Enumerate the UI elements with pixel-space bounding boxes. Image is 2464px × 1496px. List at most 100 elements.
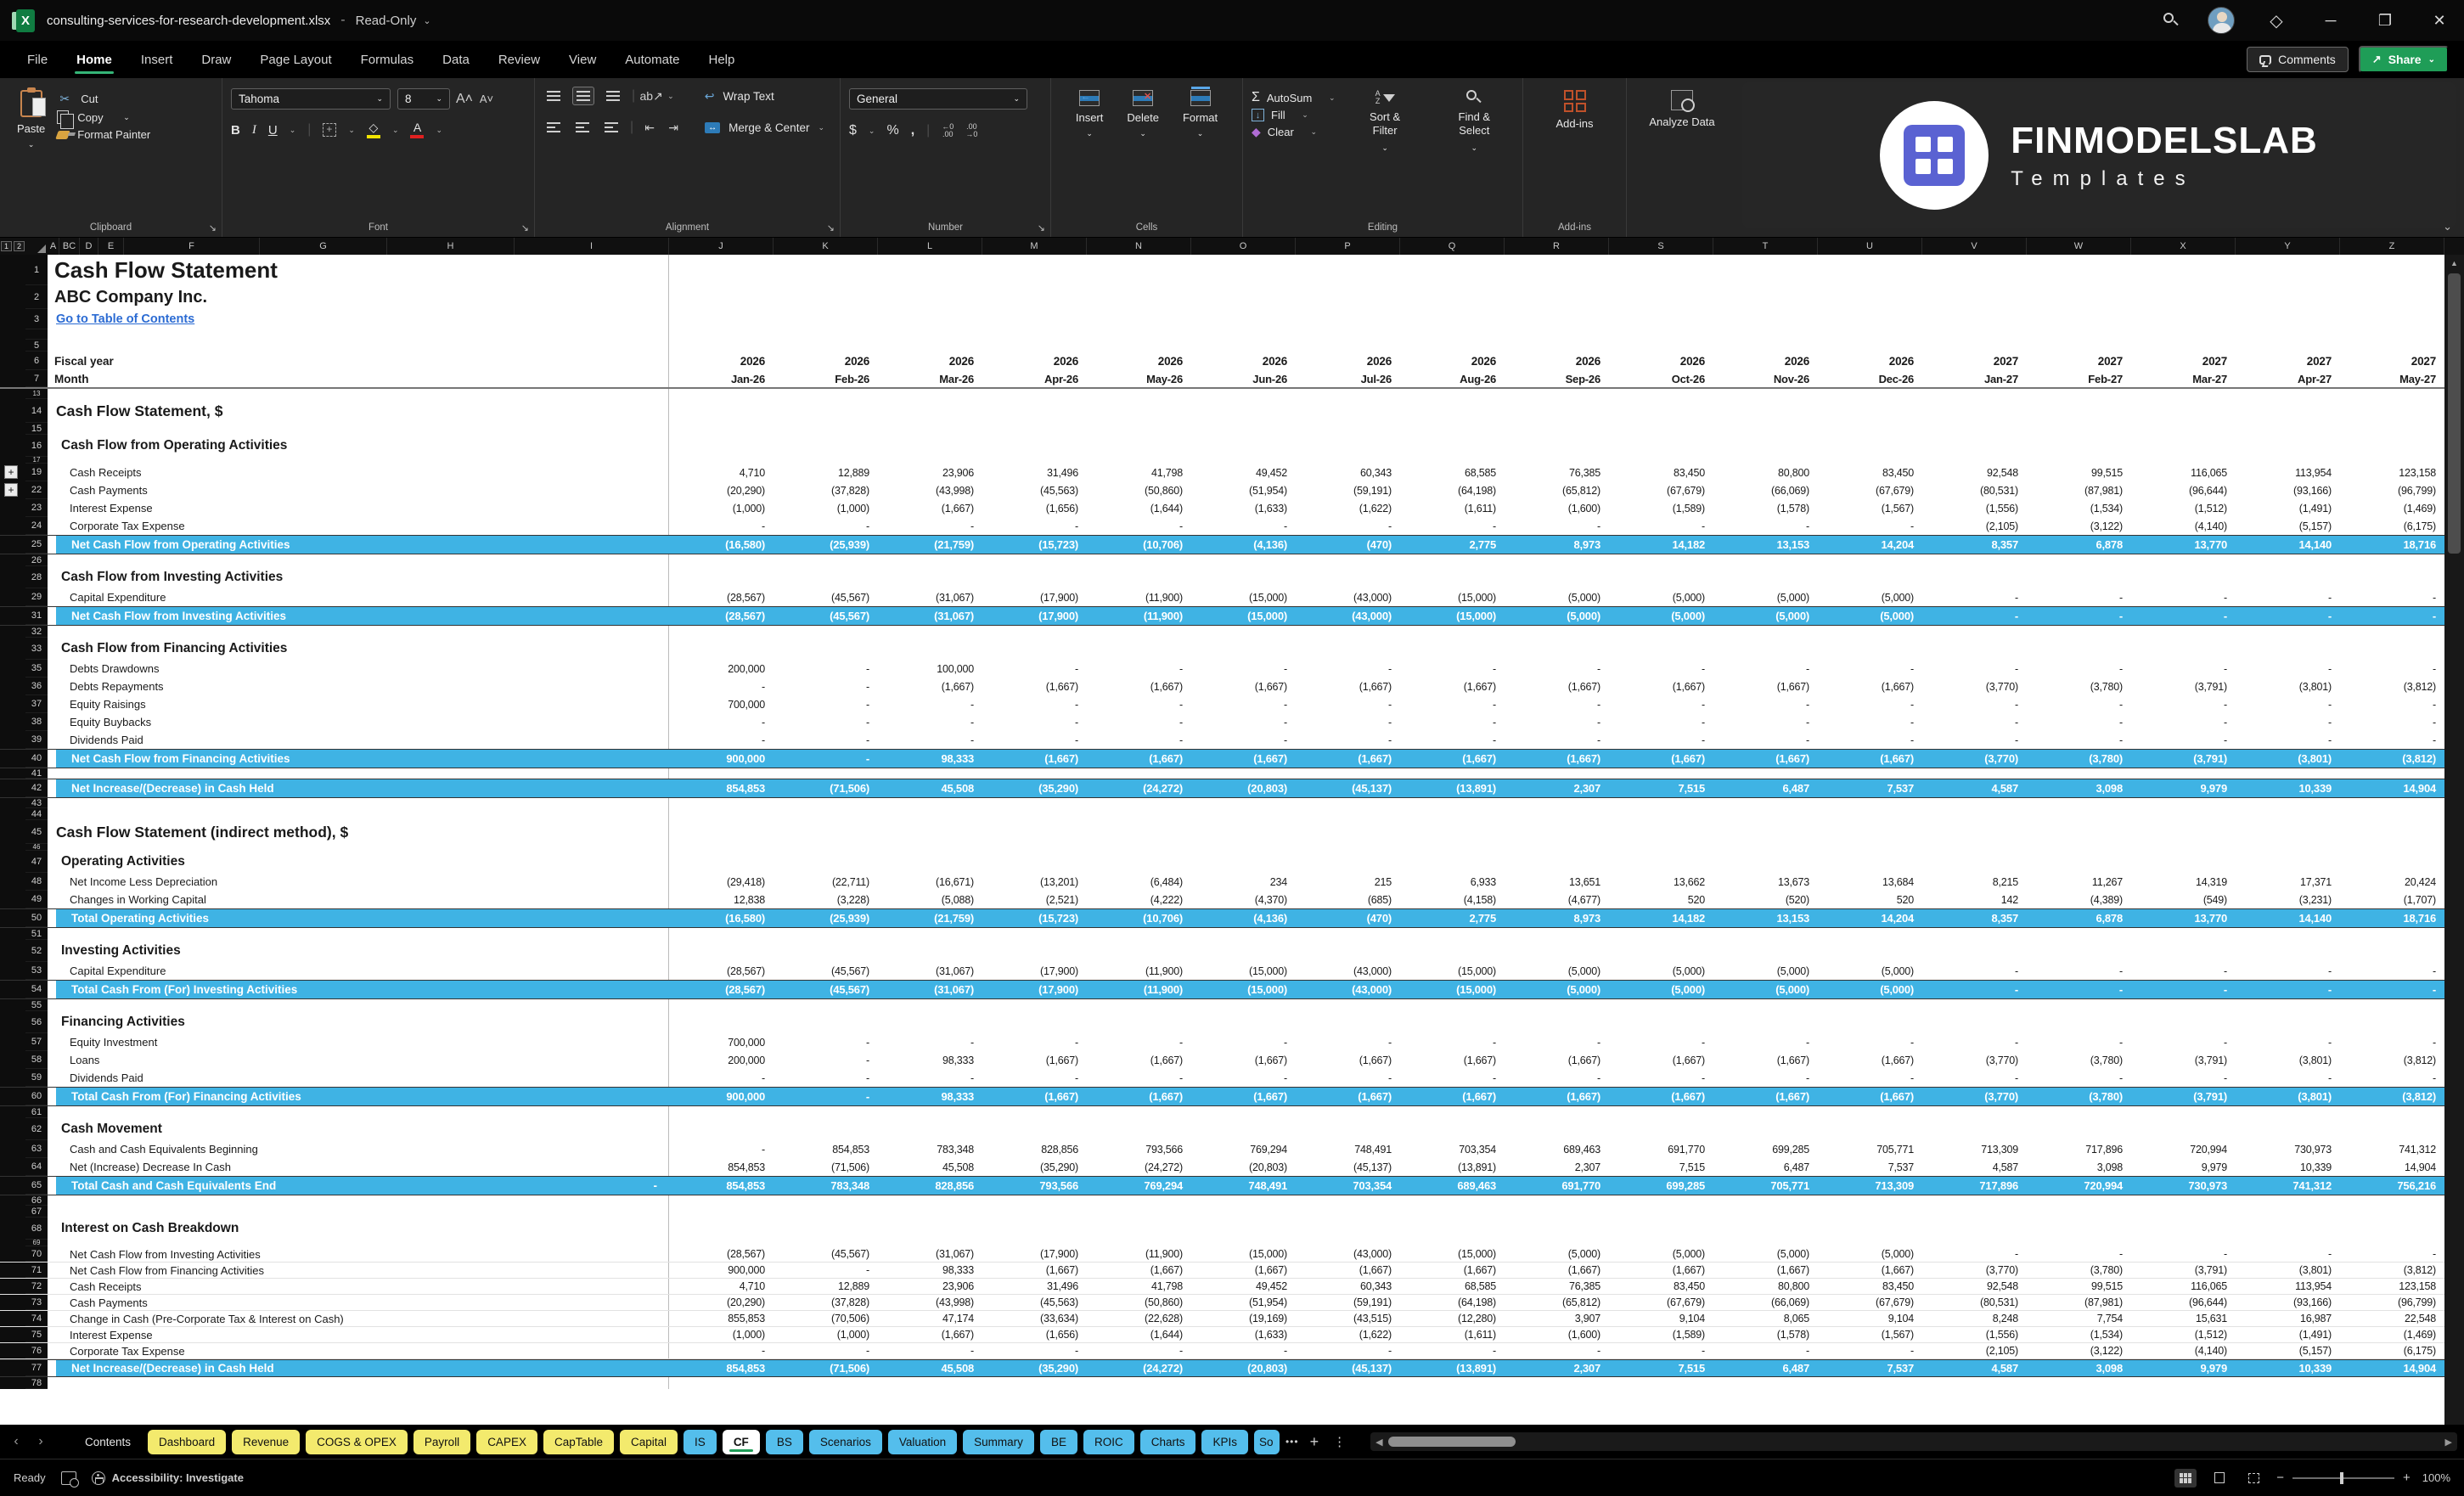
row-number[interactable] <box>25 329 48 340</box>
cell[interactable]: (470) <box>1296 909 1400 927</box>
cell[interactable]: 76,385 <box>1505 464 1609 481</box>
row-number[interactable]: 55 <box>25 999 48 1011</box>
cell[interactable]: - <box>2027 1246 2131 1262</box>
cell[interactable]: (3,801) <box>2236 750 2340 768</box>
row-label[interactable]: Net (Increase) Decrease In Cash <box>48 1158 669 1176</box>
cell[interactable]: 13,153 <box>1713 536 1818 554</box>
cell[interactable]: (5,157) <box>2236 1343 2340 1358</box>
row-number[interactable]: 78 <box>25 1377 48 1389</box>
cell[interactable]: 705,771 <box>1713 1177 1818 1195</box>
cell[interactable]: (87,981) <box>2027 481 2131 499</box>
cell[interactable]: - <box>774 517 878 535</box>
cell[interactable]: - <box>2027 1033 2131 1051</box>
cell[interactable]: 900,000 <box>669 1263 774 1278</box>
cell[interactable]: (3,780) <box>2027 1051 2131 1069</box>
cell[interactable]: (5,000) <box>1609 588 1713 606</box>
cell[interactable]: 4,587 <box>1922 1158 2027 1176</box>
column-header-L[interactable]: L <box>878 238 982 255</box>
cell[interactable]: 4,710 <box>669 1279 774 1294</box>
row-number[interactable]: 58 <box>25 1051 48 1069</box>
cell[interactable]: (45,563) <box>982 1295 1087 1310</box>
cell[interactable]: - <box>1400 517 1505 535</box>
maximize-button[interactable]: ❐ <box>2372 12 2398 30</box>
cell[interactable]: (6,175) <box>2340 517 2444 535</box>
cell[interactable]: 2,307 <box>1505 1158 1609 1176</box>
cell[interactable]: 9,104 <box>1609 1311 1713 1326</box>
cell[interactable]: 14,204 <box>1818 536 1922 554</box>
cell[interactable]: (1,667) <box>1609 1263 1713 1278</box>
cell[interactable]: - <box>774 1069 878 1087</box>
cell[interactable]: - <box>1087 695 1191 713</box>
cell[interactable]: (87,981) <box>2027 1295 2131 1310</box>
cell[interactable]: (15,000) <box>1191 607 1296 625</box>
cell[interactable]: 23,906 <box>878 464 982 481</box>
cell[interactable]: (5,000) <box>1609 607 1713 625</box>
sheet-nav-right-icon[interactable]: › <box>31 1434 50 1449</box>
align-middle-icon[interactable] <box>572 87 594 105</box>
row-label[interactable] <box>48 1206 669 1218</box>
cell[interactable]: - <box>1191 1033 1296 1051</box>
row-label[interactable]: Financing Activities <box>48 1011 669 1033</box>
cell[interactable]: (43,000) <box>1296 1246 1400 1262</box>
avatar[interactable] <box>2208 7 2235 34</box>
cell[interactable]: 730,973 <box>2236 1140 2340 1158</box>
cell[interactable]: 4,587 <box>1922 1360 2027 1376</box>
row-label[interactable] <box>48 1195 669 1206</box>
row-label[interactable]: Changes in Working Capital <box>48 891 669 908</box>
cell[interactable]: - <box>774 660 878 678</box>
cell[interactable]: (96,644) <box>2131 481 2236 499</box>
cell[interactable]: 9,979 <box>2131 779 2236 797</box>
sheet-tab-valuation[interactable]: Valuation <box>888 1430 957 1454</box>
add-sheet-icon[interactable]: + <box>1305 1433 1325 1451</box>
clear-button[interactable]: ◆Clear ⌄ <box>1252 125 1336 139</box>
row-number[interactable]: 51 <box>25 928 48 940</box>
row-label[interactable] <box>48 808 669 820</box>
row-number[interactable]: 7 <box>25 370 48 387</box>
cell[interactable]: (1,667) <box>1087 1263 1191 1278</box>
menu-tab-home[interactable]: Home <box>65 46 124 74</box>
cell[interactable]: 705,771 <box>1818 1140 1922 1158</box>
cell[interactable]: (3,812) <box>2340 1088 2444 1105</box>
cell[interactable]: - <box>1505 1343 1609 1358</box>
row-label[interactable]: Corporate Tax Expense <box>48 1343 669 1358</box>
cell[interactable]: 11,267 <box>2027 873 2131 891</box>
row-label[interactable] <box>48 626 669 638</box>
row-label[interactable]: Cash Flow from Operating Activities <box>48 435 669 457</box>
cell[interactable]: 828,856 <box>878 1177 982 1195</box>
accessibility-status[interactable]: Accessibility: Investigate <box>92 1471 244 1485</box>
cell[interactable]: 92,548 <box>1922 464 2027 481</box>
cell[interactable]: 9,979 <box>2131 1158 2236 1176</box>
cell[interactable]: 123,158 <box>2340 464 2444 481</box>
cell[interactable]: - <box>669 517 774 535</box>
cell[interactable]: (520) <box>1713 891 1818 908</box>
sheet-tab-capital[interactable]: Capital <box>620 1430 678 1454</box>
cell[interactable]: 99,515 <box>2027 464 2131 481</box>
cell[interactable]: (1,556) <box>1922 1327 2027 1342</box>
cell[interactable]: (43,998) <box>878 481 982 499</box>
borders-icon[interactable] <box>323 123 336 137</box>
cell[interactable]: - <box>2131 695 2236 713</box>
zoom-level[interactable]: 100% <box>2422 1471 2450 1484</box>
row-label[interactable]: Dividends Paid <box>48 731 669 749</box>
cell[interactable]: - <box>982 695 1087 713</box>
cell[interactable]: (2,521) <box>982 891 1087 908</box>
cell[interactable]: - <box>1609 1069 1713 1087</box>
cell[interactable]: (1,667) <box>1191 1263 1296 1278</box>
cell[interactable]: - <box>2236 1069 2340 1087</box>
cell[interactable]: 10,339 <box>2236 1158 2340 1176</box>
cell[interactable]: (3,780) <box>2027 750 2131 768</box>
cell[interactable]: - <box>1922 1033 2027 1051</box>
cell[interactable]: (45,137) <box>1296 1360 1400 1376</box>
vertical-scrollbar[interactable]: ▲ <box>2444 255 2464 1425</box>
cell[interactable]: (1,469) <box>2340 1327 2444 1342</box>
cell[interactable]: (1,667) <box>1191 678 1296 695</box>
row-label[interactable]: Debts Repayments <box>48 678 669 695</box>
cell[interactable]: - <box>2340 981 2444 998</box>
cell[interactable]: Jan-27 <box>1922 370 2027 387</box>
column-header-I[interactable]: I <box>515 238 669 255</box>
row-label[interactable]: Equity Raisings <box>48 695 669 713</box>
cell[interactable]: (21,759) <box>878 909 982 927</box>
sheet-view-icon[interactable] <box>61 1471 76 1485</box>
cell[interactable]: (1,667) <box>1505 1051 1609 1069</box>
cell[interactable]: 691,770 <box>1505 1177 1609 1195</box>
